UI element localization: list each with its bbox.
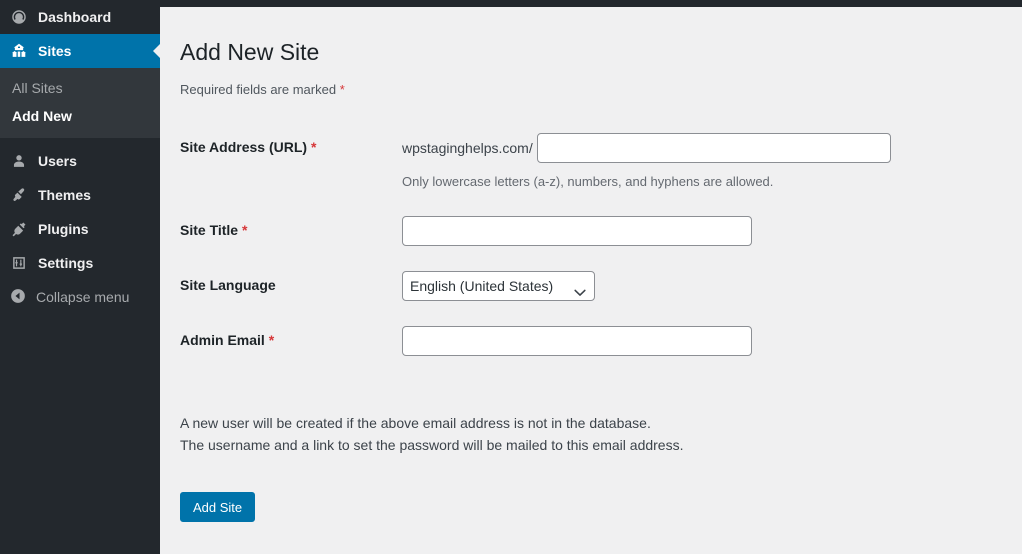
admin-email-label-text: Admin Email	[180, 332, 265, 349]
form-row-admin-email: Admin Email *	[180, 316, 1002, 371]
note-line: A new user will be created if the above …	[180, 415, 651, 432]
sidebar-item-label: Themes	[38, 187, 91, 203]
site-title-label-text: Site Title	[180, 222, 239, 239]
dashboard-icon	[9, 7, 29, 27]
site-address-url-prefix: wpstaginghelps.com/	[402, 139, 533, 156]
sidebar-item-label: Users	[38, 153, 77, 169]
site-language-label: Site Language	[180, 261, 402, 316]
main-content: Add New Site Required fields are marked …	[160, 7, 1022, 554]
site-address-description: Only lowercase letters (a-z), numbers, a…	[402, 173, 774, 189]
sidebar-item-label: Sites	[38, 43, 72, 59]
sidebar-item-label: Settings	[38, 255, 94, 271]
site-language-field-cell: English (United States)	[402, 261, 1002, 316]
required-asterisk: *	[241, 222, 248, 239]
site-language-select[interactable]: English (United States)	[402, 271, 595, 302]
required-asterisk: *	[268, 332, 275, 349]
multisite-icon	[9, 41, 29, 61]
site-address-label-text: Site Address (URL)	[180, 138, 308, 155]
page-title: Add New Site	[180, 39, 320, 65]
settings-icon	[9, 253, 29, 273]
form-row-site-language: Site Language English (United States)	[180, 261, 1002, 316]
add-site-form: Site Address (URL) * wpstaginghelps.com/…	[180, 123, 1002, 371]
form-row-site-title: Site Title *	[180, 206, 1002, 261]
sidebar-item-plugins[interactable]: Plugins	[0, 212, 160, 246]
site-title-field-cell	[402, 206, 1002, 261]
site-language-label-text: Site Language	[180, 277, 276, 294]
sidebar-submenu-item-all-sites[interactable]: All Sites	[0, 74, 160, 102]
form-row-site-address: Site Address (URL) * wpstaginghelps.com/…	[180, 123, 1002, 206]
sidebar-item-label: Plugins	[38, 221, 89, 237]
themes-icon	[9, 185, 29, 205]
sidebar-item-dashboard[interactable]: Dashboard	[0, 0, 160, 34]
users-icon	[9, 151, 29, 171]
site-address-label: Site Address (URL) *	[180, 123, 402, 206]
admin-page: Dashboard Sites All Sites Add New Users …	[0, 0, 1022, 554]
site-title-label: Site Title *	[180, 206, 402, 261]
sidebar-submenu-sites: All Sites Add New	[0, 68, 160, 138]
sidebar-item-label: Dashboard	[38, 9, 112, 25]
collapse-left-arrow-icon	[9, 287, 27, 308]
site-language-select-wrap: English (United States)	[402, 271, 595, 302]
required-fields-note-text: Required fields are marked	[180, 81, 337, 97]
admin-email-label: Admin Email *	[180, 316, 402, 371]
admin-email-field-cell	[402, 316, 1002, 371]
required-asterisk: *	[339, 81, 345, 97]
admin-email-notes: A new user will be created if the above …	[180, 413, 1002, 456]
submit-area: Add Site	[180, 492, 1002, 523]
required-asterisk: *	[310, 138, 317, 155]
site-address-field-cell: wpstaginghelps.com/ Only lowercase lette…	[402, 123, 1002, 206]
sidebar-item-themes[interactable]: Themes	[0, 178, 160, 212]
collapse-menu-button[interactable]: Collapse menu	[0, 280, 160, 314]
site-address-input[interactable]	[536, 132, 891, 163]
site-address-row: wpstaginghelps.com/	[402, 132, 992, 163]
add-site-button[interactable]: Add Site	[180, 492, 256, 523]
collapse-menu-label: Collapse menu	[36, 289, 130, 305]
admin-sidebar: Dashboard Sites All Sites Add New Users …	[0, 0, 161, 554]
plugins-icon	[9, 219, 29, 239]
sidebar-item-settings[interactable]: Settings	[0, 246, 160, 280]
admin-email-input[interactable]	[402, 326, 752, 357]
required-fields-note: Required fields are marked *	[180, 82, 1002, 97]
sidebar-submenu-item-add-new[interactable]: Add New	[0, 102, 160, 130]
sidebar-item-users[interactable]: Users	[0, 144, 160, 178]
sidebar-item-sites[interactable]: Sites	[0, 34, 161, 68]
note-line: The username and a link to set the passw…	[180, 436, 684, 453]
site-title-input[interactable]	[402, 216, 752, 247]
